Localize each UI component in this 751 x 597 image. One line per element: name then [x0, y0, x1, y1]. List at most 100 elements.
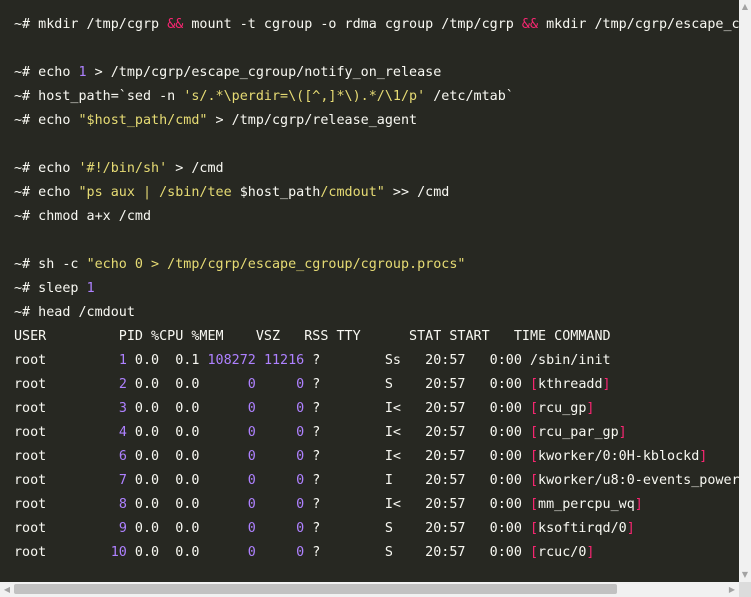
ps-cell-pid: 4 — [118, 425, 127, 440]
ps-cell-vsz: 0 — [207, 545, 256, 560]
command-line-mkdir-mount: ~# mkdir /tmp/cgrp && mount -t cgroup -o… — [14, 17, 739, 32]
caret-down-icon[interactable]: ▼ — [739, 568, 751, 582]
ps-cell-bracket-open: [ — [529, 377, 539, 392]
ps-cell-command: ksoftirqd/0 — [538, 521, 627, 536]
scrollbar-corner — [739, 582, 751, 597]
ps-cell-pid: 7 — [118, 473, 127, 488]
ps-cell-post: ? I< 20:57 0:00 — [304, 449, 530, 464]
ps-cell-rss: 0 — [263, 449, 305, 464]
ps-cell-vsz: 108272 — [207, 353, 256, 368]
ps-cell-vsz: 0 — [207, 425, 256, 440]
ps-cell-rss: 0 — [263, 473, 305, 488]
ps-cell-vsz: 0 — [207, 473, 256, 488]
ps-cell-sp — [256, 449, 264, 464]
ps-cell-command: rcu_par_gp — [538, 425, 619, 440]
horizontal-scrollbar-thumb[interactable] — [14, 584, 617, 594]
ps-cell-command: kworker/0:0H-kblockd — [538, 449, 700, 464]
ps-cell-mid1: 0.0 0.0 — [126, 449, 208, 464]
ps-cell-rss: 11216 — [263, 353, 305, 368]
ps-cell-mid1: 0.0 0.0 — [126, 497, 208, 512]
ps-cell-bracket-open: [ — [529, 473, 539, 488]
ps-cell-pre: root — [14, 521, 119, 536]
caret-right-icon[interactable]: ▶ — [725, 582, 739, 597]
ps-cell-post: ? I< 20:57 0:00 — [304, 497, 530, 512]
ps-cell-sp — [256, 377, 264, 392]
ps-cell-rss: 0 — [263, 521, 305, 536]
ps-cell-vsz: 0 — [207, 401, 256, 416]
ps-cell-sp — [256, 473, 264, 488]
ps-cell-command: /sbin/init — [529, 353, 611, 368]
caret-left-icon[interactable]: ◀ — [0, 582, 14, 597]
command-line-host-path: ~# host_path=`sed -n 's/.*\perdir=\([^,]… — [14, 89, 514, 104]
ps-cell-rss: 0 — [263, 401, 305, 416]
terminal-code-block[interactable]: ~# mkdir /tmp/cgrp && mount -t cgroup -o… — [0, 0, 739, 582]
ps-cell-sp — [256, 545, 264, 560]
ps-cell-post: ? Ss 20:57 0:00 — [304, 353, 530, 368]
ps-cell-post: ? I< 20:57 0:00 — [304, 425, 530, 440]
ps-row: root 6 0.0 0.0 0 0 ? I< 20:57 0:00 [kwor… — [14, 445, 707, 469]
vertical-scrollbar[interactable]: ▲ ▼ — [739, 0, 751, 582]
ps-cell-pre: root — [14, 377, 119, 392]
ps-cell-bracket-open: [ — [529, 545, 539, 560]
ps-cell-bracket-open: [ — [529, 401, 539, 416]
ps-cell-vsz: 0 — [207, 521, 256, 536]
ps-cell-pre: root — [14, 401, 119, 416]
command-line-release-agent: ~# echo "$host_path/cmd" > /tmp/cgrp/rel… — [14, 113, 418, 128]
command-line-notify-on-release: ~# echo 1 > /tmp/cgrp/escape_cgroup/noti… — [14, 65, 442, 80]
ps-cell-pre: root — [14, 497, 119, 512]
ps-row: root 8 0.0 0.0 0 0 ? I< 20:57 0:00 [mm_p… — [14, 493, 643, 517]
command-line-chmod: ~# chmod a+x /cmd — [14, 209, 152, 224]
ps-cell-post: ? S 20:57 0:00 — [304, 545, 530, 560]
ps-cell-sp — [256, 353, 264, 368]
ps-row: root 7 0.0 0.0 0 0 ? I 20:57 0:00 [kwork… — [14, 469, 739, 493]
caret-up-icon[interactable]: ▲ — [739, 0, 751, 14]
ps-cell-bracket-close: ] — [634, 497, 643, 512]
ps-cell-sp — [256, 497, 264, 512]
code-window: ~# mkdir /tmp/cgrp && mount -t cgroup -o… — [0, 0, 751, 597]
ps-cell-post: ? I 20:57 0:00 — [304, 473, 530, 488]
ps-cell-pid: 8 — [118, 497, 127, 512]
ps-row: root 9 0.0 0.0 0 0 ? S 20:57 0:00 [ksoft… — [14, 517, 635, 541]
ps-row: root 2 0.0 0.0 0 0 ? S 20:57 0:00 [kthre… — [14, 373, 611, 397]
command-line-sleep: ~# sleep 1 — [14, 281, 95, 296]
ps-cell-vsz: 0 — [207, 377, 256, 392]
ps-cell-bracket-close: ] — [602, 377, 611, 392]
ps-cell-bracket-open: [ — [529, 521, 539, 536]
ps-cell-vsz: 0 — [207, 449, 256, 464]
ps-cell-rss: 0 — [263, 425, 305, 440]
ps-cell-post: ? I< 20:57 0:00 — [304, 401, 530, 416]
ps-cell-bracket-open: [ — [529, 449, 539, 464]
ps-cell-command: rcuc/0 — [538, 545, 587, 560]
ps-row: root 10 0.0 0.0 0 0 ? S 20:57 0:00 [rcuc… — [14, 541, 594, 565]
ps-cell-bracket-close: ] — [586, 401, 595, 416]
command-line-head-cmdout: ~# head /cmdout — [14, 305, 135, 320]
ps-cell-command: mm_percpu_wq — [538, 497, 635, 512]
ps-row: root 3 0.0 0.0 0 0 ? I< 20:57 0:00 [rcu_… — [14, 397, 594, 421]
ps-row: root 4 0.0 0.0 0 0 ? I< 20:57 0:00 [rcu_… — [14, 421, 627, 445]
ps-cell-mid1: 0.0 0.0 — [126, 377, 208, 392]
ps-cell-pid: 3 — [118, 401, 127, 416]
ps-cell-pid: 1 — [118, 353, 127, 368]
ps-cell-mid1: 0.0 0.0 — [126, 473, 208, 488]
ps-cell-bracket-close: ] — [586, 545, 595, 560]
ps-cell-mid1: 0.0 0.0 — [126, 425, 208, 440]
ps-cell-pid: 6 — [118, 449, 127, 464]
ps-cell-post: ? S 20:57 0:00 — [304, 521, 530, 536]
ps-row: root 1 0.0 0.1 108272 11216 ? Ss 20:57 0… — [14, 349, 611, 373]
horizontal-scrollbar[interactable]: ◀ ▶ — [0, 582, 739, 597]
ps-cell-command: kthreadd — [538, 377, 603, 392]
ps-cell-command: rcu_gp — [538, 401, 587, 416]
ps-cell-vsz: 0 — [207, 497, 256, 512]
ps-cell-post: ? S 20:57 0:00 — [304, 377, 530, 392]
ps-cell-mid1: 0.0 0.0 — [126, 401, 208, 416]
ps-cell-pre: root — [14, 449, 119, 464]
command-line-ps-tee: ~# echo "ps aux | /sbin/tee $host_path/c… — [14, 185, 450, 200]
ps-cell-rss: 0 — [263, 497, 305, 512]
ps-cell-bracket-open: [ — [529, 425, 539, 440]
ps-cell-sp — [256, 401, 264, 416]
ps-cell-pre: root — [14, 473, 119, 488]
command-line-cgroup-procs: ~# sh -c "echo 0 > /tmp/cgrp/escape_cgro… — [14, 257, 466, 272]
command-line-shebang: ~# echo '#!/bin/sh' > /cmd — [14, 161, 224, 176]
ps-cell-rss: 0 — [263, 377, 305, 392]
ps-table-header: USER PID %CPU %MEM VSZ RSS TTY STAT STAR… — [14, 329, 611, 344]
